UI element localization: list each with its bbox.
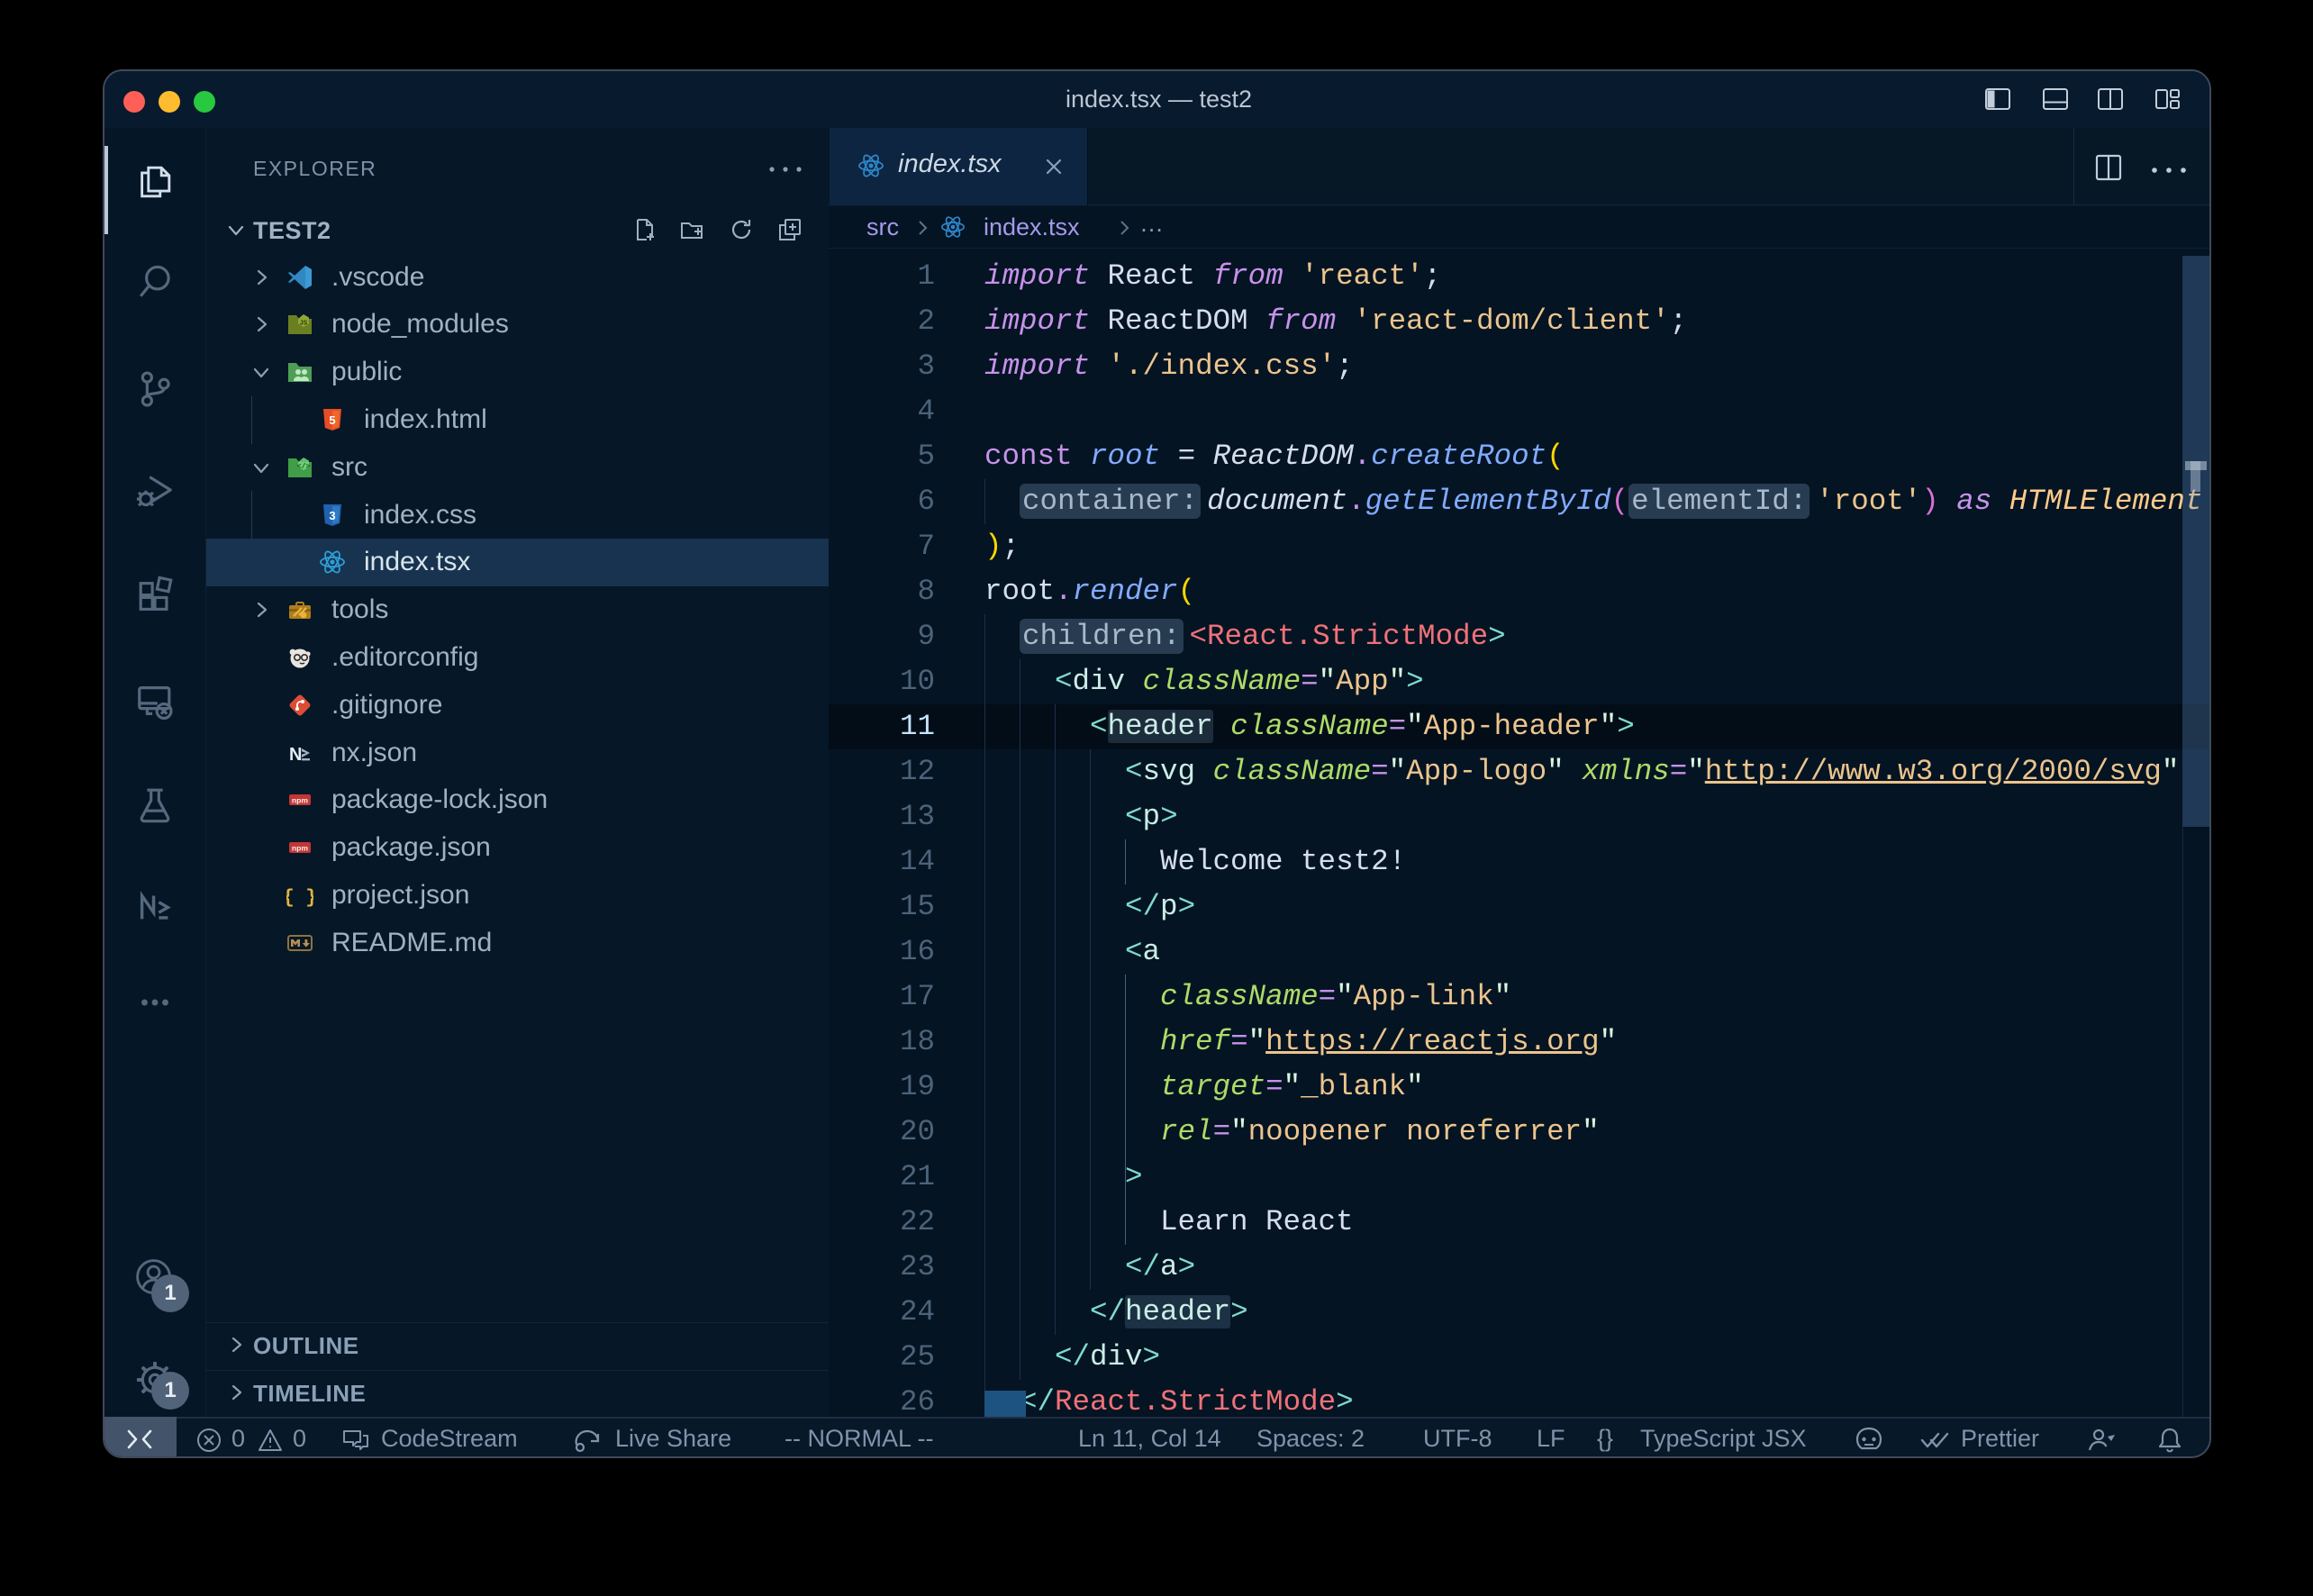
- svg-text:3: 3: [329, 509, 335, 522]
- svg-text:{ }: { }: [286, 888, 313, 909]
- svg-text:npm: npm: [292, 796, 308, 805]
- svg-text:</>: </>: [297, 463, 311, 471]
- svg-text:JS: JS: [300, 321, 308, 327]
- svg-text:5: 5: [329, 413, 335, 427]
- svg-text:npm: npm: [292, 844, 308, 853]
- svg-text:N: N: [289, 745, 302, 765]
